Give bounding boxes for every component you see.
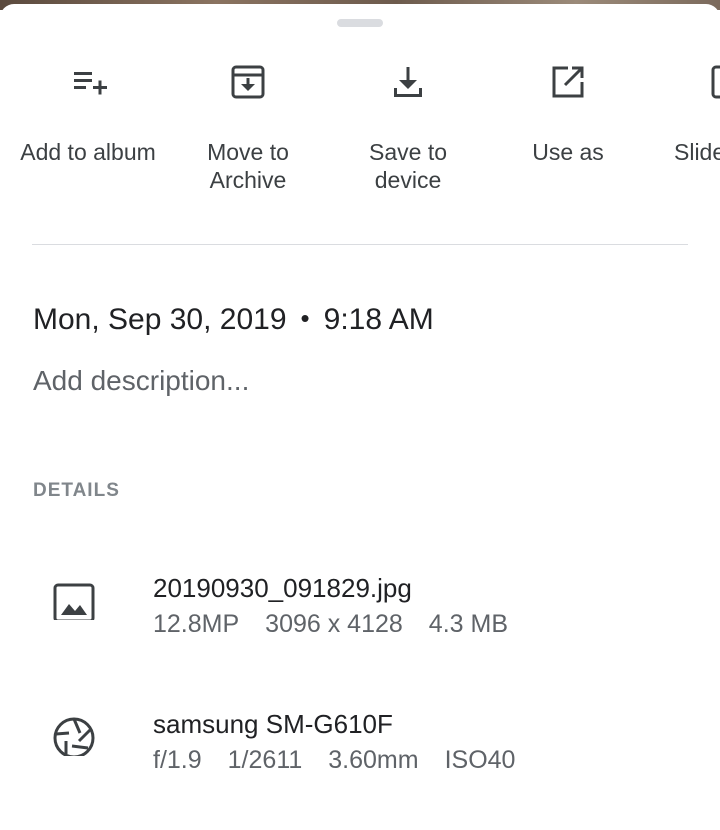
use-as-label: Use as	[532, 139, 604, 165]
camera-iso: ISO40	[444, 746, 516, 774]
slideshow-icon	[711, 65, 720, 99]
file-name: 20190930_091829.jpg	[153, 573, 412, 603]
file-megapixels: 12.8MP	[153, 610, 240, 638]
camera-details-row: samsung SM-G610F f/1.9 1/2611 3.60mm ISO40	[0, 708, 720, 798]
camera-settings: f/1.9 1/2611 3.60mm ISO40	[153, 745, 541, 775]
camera-focal-length: 3.60mm	[328, 746, 419, 774]
actions-divider	[32, 244, 688, 245]
save-to-device-button[interactable]: Save to device	[328, 62, 488, 194]
add-description-field[interactable]: Add description...	[33, 364, 249, 398]
camera-aperture: f/1.9	[153, 746, 202, 774]
save-to-device-label: Save to device	[369, 139, 447, 193]
slideshow-button[interactable]: Slide	[668, 62, 720, 166]
photo-datetime: Mon, Sep 30, 2019 • 9:18 AM	[33, 300, 434, 338]
move-to-archive-button[interactable]: Move to Archive	[168, 62, 328, 194]
camera-shutter-icon	[53, 717, 95, 756]
use-as-button[interactable]: Use as	[488, 62, 648, 166]
slideshow-label: Slide	[674, 139, 720, 165]
info-bottom-sheet: Add to album Move to Archive Save to dev…	[0, 4, 720, 830]
photo-date: Mon, Sep 30, 2019	[33, 303, 287, 336]
archive-icon	[231, 65, 265, 99]
datetime-separator: •	[300, 303, 310, 333]
file-resolution: 3096 x 4128	[265, 610, 403, 638]
photo-time: 9:18 AM	[323, 303, 434, 336]
image-icon	[53, 583, 95, 620]
add-to-album-button[interactable]: Add to album	[8, 62, 168, 166]
camera-model: samsung SM-G610F	[153, 709, 393, 739]
add-to-album-label: Add to album	[20, 139, 156, 165]
sheet-drag-handle[interactable]	[337, 19, 383, 27]
open-in-new-icon	[552, 66, 584, 98]
playlist-add-icon	[74, 72, 107, 95]
move-to-archive-label: Move to Archive	[207, 139, 289, 193]
file-details-row: 20190930_091829.jpg 12.8MP 3096 x 4128 4.3…	[0, 572, 720, 662]
download-icon	[394, 67, 422, 97]
file-properties: 12.8MP 3096 x 4128 4.3 MB	[153, 609, 534, 639]
camera-shutter-speed: 1/2611	[227, 746, 303, 774]
file-size: 4.3 MB	[428, 610, 508, 638]
details-section-header: DETAILS	[33, 480, 120, 501]
